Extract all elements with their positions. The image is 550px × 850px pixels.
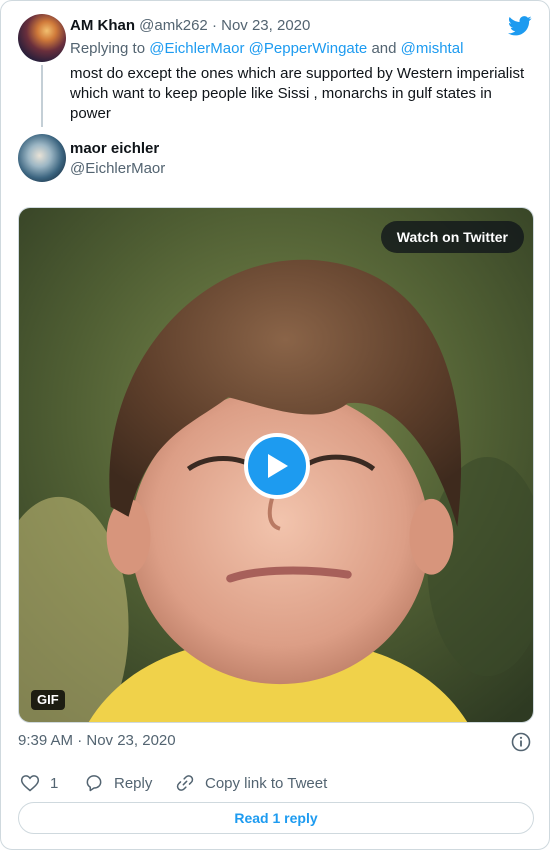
tweet-timestamp[interactable]: 9:39 AM · Nov 23, 2020 [18,731,176,751]
tweet-embed-card: AM Khan @amk262 · Nov 23, 2020 Replying … [0,0,550,850]
copy-link-action[interactable]: Copy link to Tweet [175,771,327,795]
info-icon[interactable] [511,732,531,752]
read-replies-button[interactable]: Read 1 reply [18,802,534,834]
and-word: and [371,40,397,57]
reply-label: Reply [114,774,153,792]
avatar-am-khan[interactable] [18,14,66,62]
reply-tweet-header: AM Khan @amk262 · Nov 23, 2020 [70,16,310,36]
play-icon [268,454,288,478]
replying-to-line: Replying to @EichlerMaor @PepperWingate … [70,39,463,59]
tweet-date[interactable]: Nov 23, 2020 [221,17,310,34]
link-icon [176,775,194,791]
like-action[interactable]: 1 [20,771,58,795]
reply-tweet-text-line: power [70,105,111,122]
reply-tweet-text-line: most do except the ones which are suppor… [70,65,525,82]
author-display-name[interactable]: AM Khan [70,17,135,34]
play-button[interactable] [244,433,310,499]
thread-connector-line [41,65,43,127]
author-handle[interactable]: @EichlerMaor [70,159,165,179]
mention-link[interactable]: @PepperWingate [249,40,368,57]
reply-action[interactable]: Reply [84,771,152,795]
reply-tweet-text-line: which want to keep people like Sissi , m… [70,85,492,102]
separator-dot: · [211,17,217,34]
reply-bubble-icon [86,775,102,792]
replying-to-prefix: Replying to [70,40,146,57]
mention-link[interactable]: @EichlerMaor [149,40,244,57]
mention-link[interactable]: @mishtal [401,40,464,57]
likes-count: 1 [50,774,59,792]
twitter-bird-icon[interactable] [508,15,532,37]
author-display-name[interactable]: maor eichler [70,139,159,159]
gif-badge: GIF [31,690,65,710]
avatar-maor-eichler[interactable] [18,134,66,182]
gif-media[interactable]: Watch on Twitter GIF [18,207,534,723]
copy-link-label: Copy link to Tweet [205,774,328,792]
heart-icon [20,775,40,792]
author-handle[interactable]: @amk262 [139,17,208,34]
watch-on-twitter-button[interactable]: Watch on Twitter [380,221,524,253]
